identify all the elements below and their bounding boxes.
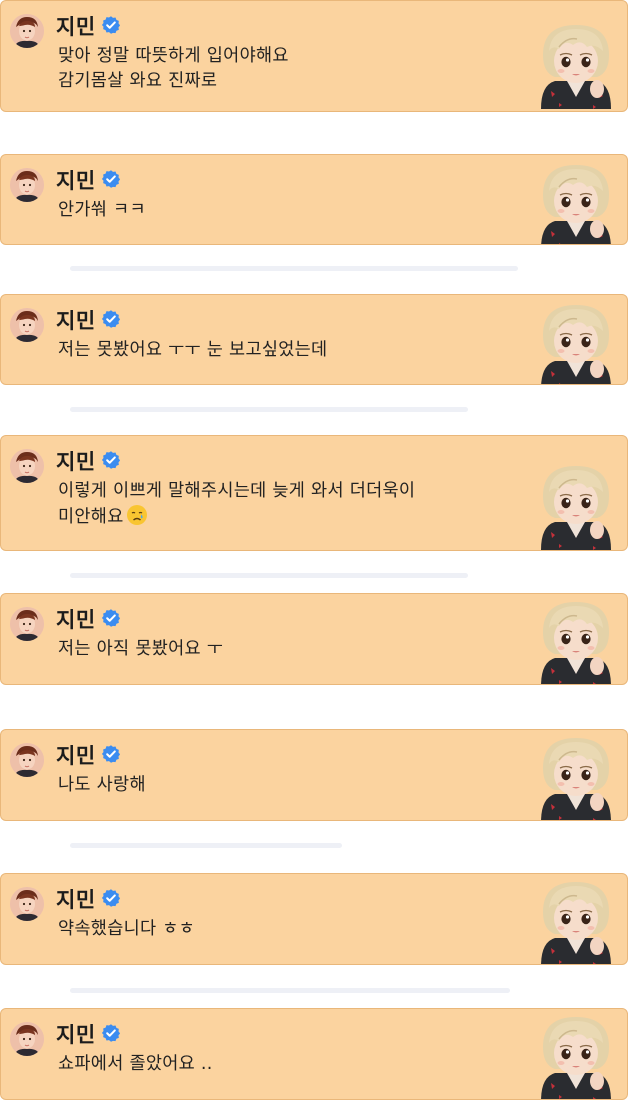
avatar xyxy=(10,14,44,48)
message-card[interactable]: 지민 저는 못봤어요 ㅜㅜ 눈 보고싶었는데 xyxy=(0,294,628,385)
crying-face-emoji-icon xyxy=(126,504,148,526)
sender-name: 지민 xyxy=(56,169,96,193)
message-card[interactable]: 지민 쇼파에서 졸았어요 .. xyxy=(0,1008,628,1100)
message-text: 약속했습니다 ㅎㅎ xyxy=(58,919,196,939)
message-text: 맞아 정말 따뜻하게 입어야해요 감기몸살 와요 진짜로 xyxy=(58,46,289,91)
character-sticker xyxy=(537,301,615,385)
message-text: 나도 사랑해 xyxy=(58,775,146,795)
character-sticker xyxy=(537,1013,615,1100)
avatar xyxy=(10,168,44,202)
message-text: 안가쒀 ㅋㅋ xyxy=(58,200,146,220)
sender-name: 지민 xyxy=(56,450,96,474)
avatar xyxy=(10,1022,44,1056)
character-sticker xyxy=(537,878,615,965)
divider xyxy=(70,573,468,578)
verified-badge-icon xyxy=(101,608,121,628)
divider xyxy=(70,843,342,848)
divider xyxy=(70,266,518,271)
sender-name: 지민 xyxy=(56,888,96,912)
message-card[interactable]: 지민 나도 사랑해 xyxy=(0,729,628,821)
message-text: 쇼파에서 졸았어요 .. xyxy=(58,1054,213,1074)
verified-badge-icon xyxy=(101,1023,121,1043)
message-body: 이렇게 이쁘게 말해주시는데 늦게 와서 더더욱이 미안해요 xyxy=(58,481,416,527)
verified-badge-icon xyxy=(101,744,121,764)
message-card[interactable]: 지민 안가쒀 ㅋㅋ xyxy=(0,154,628,245)
avatar xyxy=(10,607,44,641)
verified-badge-icon xyxy=(101,169,121,189)
character-sticker xyxy=(537,462,615,550)
character-sticker xyxy=(537,161,615,245)
message-card[interactable]: 지민 맞아 정말 따뜻하게 입어야해요 감기몸살 와요 진짜로 xyxy=(0,0,628,112)
verified-badge-icon xyxy=(101,450,121,470)
message-text: 저는 못봤어요 ㅜㅜ 눈 보고싶었는데 xyxy=(58,340,328,360)
divider xyxy=(70,407,468,412)
sender-name: 지민 xyxy=(56,309,96,333)
verified-badge-icon xyxy=(101,309,121,329)
character-sticker xyxy=(537,21,615,109)
message-card[interactable]: 지민 저는 아직 못봤어요 ㅜ xyxy=(0,593,628,685)
message-text: 저는 아직 못봤어요 ㅜ xyxy=(58,639,224,659)
sender-name: 지민 xyxy=(56,744,96,768)
message-card[interactable]: 지민 이렇게 이쁘게 말해주시는데 늦게 와서 더더욱이 미안해요 xyxy=(0,435,628,551)
avatar xyxy=(10,887,44,921)
message-card[interactable]: 지민 약속했습니다 ㅎㅎ xyxy=(0,873,628,965)
character-sticker xyxy=(537,598,615,685)
sender-name: 지민 xyxy=(56,1023,96,1047)
verified-badge-icon xyxy=(101,888,121,908)
verified-badge-icon xyxy=(101,15,121,35)
sender-name: 지민 xyxy=(56,608,96,632)
message-text: 이렇게 이쁘게 말해주시는데 늦게 와서 더더욱이 미안해요 xyxy=(58,479,415,530)
character-sticker xyxy=(537,734,615,821)
avatar xyxy=(10,308,44,342)
divider xyxy=(70,988,510,993)
sender-name: 지민 xyxy=(56,15,96,39)
avatar xyxy=(10,449,44,483)
avatar xyxy=(10,743,44,777)
